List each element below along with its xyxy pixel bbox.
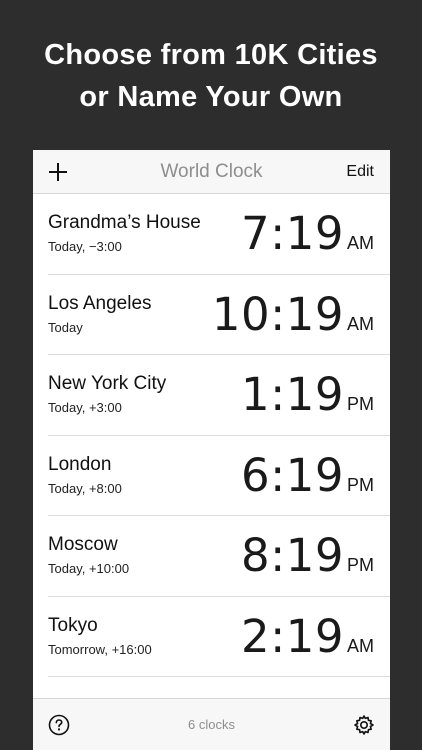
navigation-bar: World Clock Edit <box>33 150 390 194</box>
ampm-label: AM <box>347 635 374 656</box>
gear-icon <box>354 715 374 735</box>
time-value: 1:19 <box>240 368 344 421</box>
promo-headline-line-1: Choose from 10K Cities <box>44 39 378 71</box>
time-offset: Today, +3:00 <box>48 400 122 415</box>
time-offset: Today, +8:00 <box>48 480 122 496</box>
time-offset: Today, −3:00 <box>48 239 122 254</box>
clock-time: 6:19 PM <box>241 448 374 504</box>
ampm-label: PM <box>347 555 374 575</box>
city-name: Los Angeles <box>48 292 152 314</box>
ampm-label: AM <box>347 313 374 334</box>
clock-time: 7:19 AM <box>241 206 374 262</box>
time-offset: Today <box>48 319 83 335</box>
clock-time: 1:19 PM <box>241 367 374 423</box>
time-value: 8:19 <box>240 529 344 582</box>
time-value: 7:19 <box>240 207 344 260</box>
clock-row-los-angeles[interactable]: Los Angeles Today 10:19 AM <box>48 275 390 355</box>
city-name: Tokyo <box>48 614 98 636</box>
time-value: 6:19 <box>240 448 344 502</box>
city-name: Moscow <box>48 534 118 555</box>
page-title: World Clock <box>160 161 263 182</box>
clock-list: Grandma’s House Today, −3:00 7:19 AM Los… <box>33 194 390 677</box>
ampm-label: PM <box>347 474 374 495</box>
city-name: New York City <box>48 373 167 394</box>
clock-time: 2:19 AM <box>241 609 374 665</box>
clock-row-tokyo[interactable]: Tokyo Tomorrow, +16:00 2:19 AM <box>48 597 390 677</box>
bottom-toolbar: 6 clocks <box>33 698 390 750</box>
ampm-label: AM <box>347 233 374 253</box>
time-value: 10:19 <box>211 287 344 341</box>
ampm-label: PM <box>347 394 374 414</box>
settings-button[interactable] <box>352 713 376 737</box>
promo-headline-line-2: or Name Your Own <box>79 81 343 113</box>
city-name: Grandma’s House <box>48 212 201 233</box>
time-value: 2:19 <box>240 609 344 663</box>
edit-button[interactable]: Edit <box>346 150 374 193</box>
clock-row-london[interactable]: London Today, +8:00 6:19 PM <box>48 436 390 516</box>
clock-count: 6 clocks <box>188 717 235 732</box>
phone-screen: World Clock Edit Grandma’s House Today, … <box>33 150 390 750</box>
clock-row-new-york-city[interactable]: New York City Today, +3:00 1:19 PM <box>48 355 390 436</box>
clock-row-grandmas-house[interactable]: Grandma’s House Today, −3:00 7:19 AM <box>48 194 390 275</box>
time-offset: Tomorrow, +16:00 <box>48 641 152 657</box>
city-name: London <box>48 453 112 475</box>
clock-row-moscow[interactable]: Moscow Today, +10:00 8:19 PM <box>48 516 390 597</box>
promo-headline: Choose from 10K Cities or Name Your Own <box>0 34 422 118</box>
time-offset: Today, +10:00 <box>48 561 130 576</box>
clock-time: 8:19 PM <box>241 528 374 584</box>
clock-time: 10:19 AM <box>212 287 374 343</box>
